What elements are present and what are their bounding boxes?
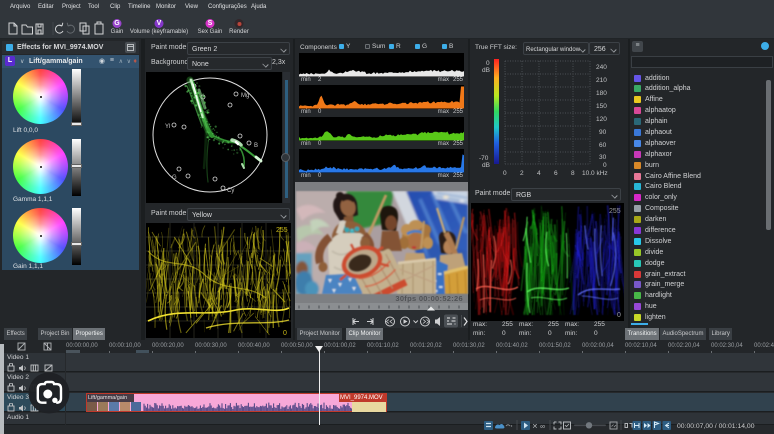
svg-text:2: 2 (520, 170, 524, 177)
svg-text:180: 180 (596, 90, 607, 97)
svg-text:120: 120 (596, 116, 607, 123)
svg-text:0: 0 (503, 170, 507, 177)
svg-text:✕: ✕ (532, 424, 538, 431)
svg-text:0: 0 (603, 162, 607, 169)
svg-text:90: 90 (599, 129, 607, 136)
svg-text:255: 255 (276, 227, 288, 234)
svg-text:4: 4 (537, 170, 541, 177)
svg-text:240: 240 (596, 64, 607, 71)
svg-text:30: 30 (599, 154, 607, 161)
svg-text:G: G (172, 175, 177, 181)
svg-text:B: B (254, 143, 258, 149)
svg-text:Cy: Cy (227, 188, 234, 194)
svg-text:60: 60 (599, 142, 607, 149)
svg-text:6: 6 (554, 170, 558, 177)
svg-text:0: 0 (617, 312, 621, 319)
svg-text:255: 255 (609, 208, 621, 215)
svg-text:0: 0 (486, 60, 490, 67)
svg-text:150: 150 (596, 103, 607, 110)
svg-text:Mg: Mg (241, 93, 249, 99)
svg-text:dB: dB (482, 67, 490, 74)
svg-text:∞: ∞ (540, 424, 545, 431)
svg-text:10.0 kHz: 10.0 kHz (582, 170, 608, 177)
svg-text:210: 210 (596, 77, 607, 84)
svg-text:00:00:07,00 / 00:01:14,00: 00:00:07,00 / 00:01:14,00 (677, 423, 755, 430)
svg-text:0: 0 (283, 330, 287, 337)
svg-text:Yl: Yl (165, 124, 170, 130)
svg-text:8: 8 (571, 170, 575, 177)
svg-text:dB: dB (482, 162, 490, 169)
svg-text:-70: -70 (479, 155, 489, 162)
